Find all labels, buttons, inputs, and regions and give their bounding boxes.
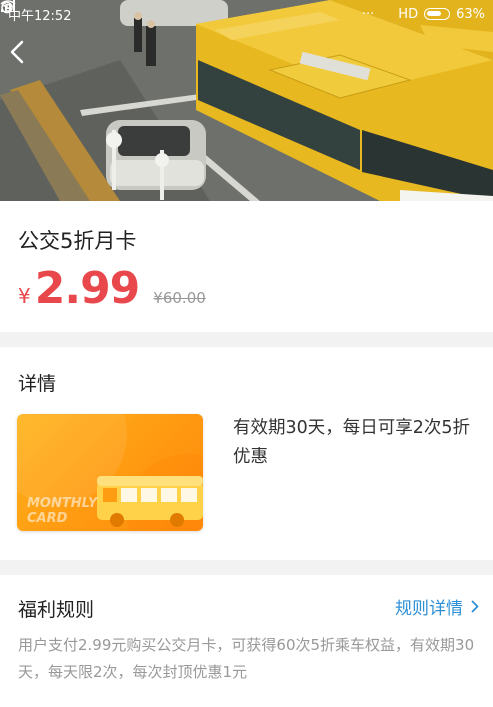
battery-percent: 63% — [456, 6, 485, 22]
details-heading: 详情 — [18, 373, 57, 395]
rules-heading: 福利规则 — [18, 599, 95, 621]
bus-photo — [0, 0, 493, 201]
card-label-line1: MONTHLY — [27, 496, 98, 511]
product-section: 公交5折月卡 ¥ 2.99 ¥60.00 — [0, 201, 493, 332]
card-label: MONTHLY CARD — [27, 496, 97, 526]
battery-icon — [424, 8, 451, 20]
section-divider — [0, 332, 493, 347]
status-time: 中午12:52 — [8, 8, 72, 24]
status-bar: 中午12:52 ··· HD 63% — [0, 0, 493, 28]
product-title: 公交5折月卡 — [18, 229, 137, 253]
details-description: 有效期30天，每日可享2次5折优惠 — [233, 418, 471, 467]
back-button[interactable] — [10, 40, 44, 74]
chevron-right-icon — [471, 600, 479, 613]
original-price: ¥60.00 — [153, 289, 206, 307]
rules-link-label: 规则详情 — [395, 599, 463, 619]
network-type: HD — [398, 6, 419, 22]
rules-detail-link[interactable]: 规则详情 — [395, 594, 479, 619]
more-dots-icon: ··· — [361, 6, 375, 22]
rules-section: 福利规则 规则详情 用户支付2.99元购买公交月卡，可获得60次5折乘车权益，有… — [0, 575, 493, 707]
price-currency: ¥ — [18, 284, 31, 308]
section-divider — [0, 560, 493, 575]
status-icons: ··· HD 63% — [0, 0, 485, 22]
rules-description: 用户支付2.99元购买公交月卡，可获得60次5折乘车权益，有效期30天，每天限2… — [18, 636, 475, 681]
monthly-card-image: MONTHLY CARD — [17, 414, 203, 531]
card-label-line2: CARD — [27, 511, 68, 526]
chevron-left-icon — [10, 40, 24, 64]
current-price: 2.99 — [34, 263, 141, 314]
price-row: ¥ 2.99 ¥60.00 — [18, 263, 206, 314]
hero-photo: 中午12:52 ··· HD 63% — [0, 0, 493, 201]
details-section: 详情 MONTHLY CARD 有效期30天，每日可享2次5折优惠 — [0, 347, 493, 560]
